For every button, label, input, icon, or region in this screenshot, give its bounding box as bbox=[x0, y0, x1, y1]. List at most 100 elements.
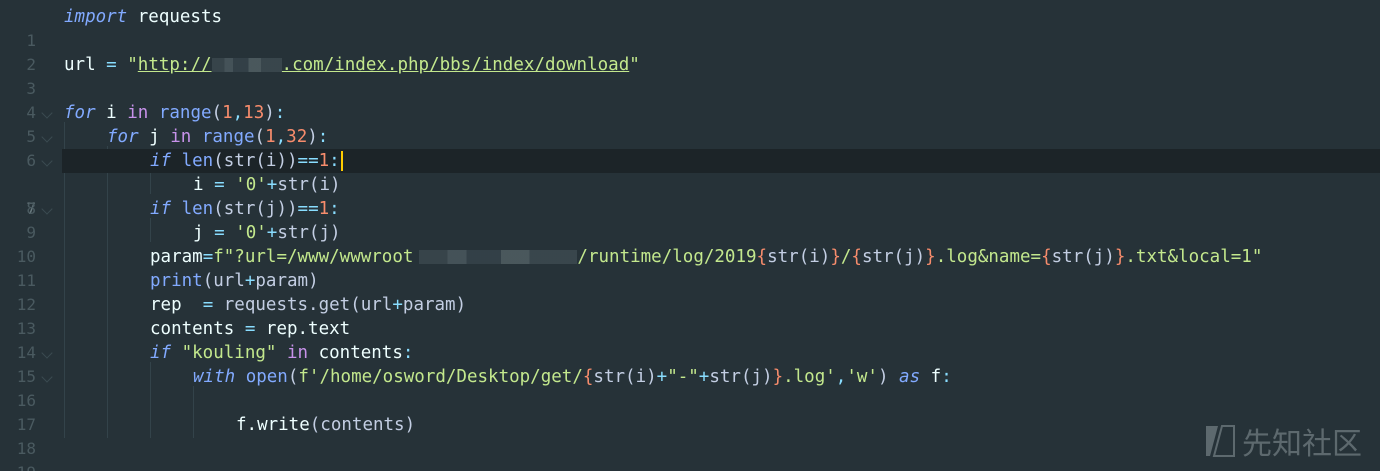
code-line: 6 for j in range(1,32): bbox=[0, 125, 1380, 170]
code-line: 10 j = '0'+str(j) bbox=[0, 221, 1380, 266]
url-link[interactable]: .com/index.php/bbs/index/download bbox=[282, 55, 630, 75]
string: / bbox=[840, 247, 852, 267]
keyword: in bbox=[170, 127, 192, 147]
operator: : bbox=[941, 367, 952, 387]
code-text: str(j) bbox=[1051, 247, 1115, 267]
redacted-domain bbox=[211, 58, 282, 72]
code-text: ) bbox=[264, 103, 275, 123]
code-text: rep bbox=[150, 295, 203, 315]
keyword: import bbox=[64, 7, 128, 27]
code-text: (url bbox=[202, 271, 245, 291]
code-line: 4 bbox=[0, 77, 1380, 122]
url-link[interactable]: http:// bbox=[138, 55, 212, 75]
fold-chevron-icon[interactable] bbox=[41, 155, 53, 167]
operator: : bbox=[317, 127, 329, 147]
operator: = bbox=[202, 295, 214, 315]
string: f'/home/osword/Desktop/get/ bbox=[298, 367, 583, 387]
code-text: { bbox=[756, 247, 768, 267]
code-text: rep.text bbox=[255, 319, 351, 339]
number: 1 bbox=[222, 103, 233, 123]
xianzhi-logo-icon bbox=[1206, 425, 1235, 457]
keyword: for bbox=[107, 127, 139, 147]
function: range bbox=[191, 127, 255, 147]
code-text: i bbox=[193, 175, 215, 195]
code-text: f.write bbox=[236, 415, 310, 435]
code-line: 12 print(url+param) bbox=[0, 269, 1380, 314]
code-line: 9 if len(str(j))==1: bbox=[0, 197, 1380, 242]
code-text: ) bbox=[877, 367, 889, 387]
function: range bbox=[148, 103, 212, 123]
string: .log&name= bbox=[935, 247, 1042, 267]
code-text: contents bbox=[308, 343, 403, 363]
watermark: 先知社区 bbox=[1204, 419, 1362, 463]
code-line: 1 import requests bbox=[0, 5, 1380, 50]
code-line: 3 url = "http://.com/index.php/bbs/index… bbox=[0, 53, 1380, 98]
code-text: ( bbox=[211, 103, 223, 123]
operator: , bbox=[232, 103, 244, 123]
operator: + bbox=[266, 175, 278, 195]
keyword: if bbox=[150, 199, 172, 219]
number: 32 bbox=[286, 127, 308, 147]
code-line: 13 rep = requests.get(url+param) bbox=[0, 293, 1380, 338]
code-text: requests bbox=[127, 7, 223, 27]
keyword: for bbox=[64, 103, 96, 123]
string: " bbox=[116, 55, 138, 75]
fold-chevron-icon[interactable] bbox=[41, 371, 53, 383]
operator: == bbox=[297, 199, 319, 219]
code-text: ( bbox=[287, 367, 299, 387]
function: print bbox=[150, 271, 203, 291]
code-editor[interactable]: 1 import requests 2 3 url = "http://.com… bbox=[0, 0, 1380, 471]
code-line: 5 for i in range(1,13): bbox=[0, 101, 1380, 146]
function: len bbox=[171, 199, 214, 219]
string: '0' bbox=[224, 175, 267, 195]
code-text: ( bbox=[254, 127, 266, 147]
string: .log' bbox=[783, 367, 836, 387]
number: 1 bbox=[318, 199, 330, 219]
code-text: } bbox=[772, 367, 784, 387]
number: 1 bbox=[318, 151, 330, 171]
code-text: str(i) bbox=[767, 247, 831, 267]
code-text: i bbox=[95, 103, 128, 123]
operator: = bbox=[214, 175, 225, 195]
fold-chevron-icon[interactable] bbox=[41, 107, 53, 119]
code-text: } bbox=[1114, 247, 1126, 267]
code-text: j bbox=[193, 223, 215, 243]
string: .txt&local=1" bbox=[1125, 247, 1263, 267]
redacted-path bbox=[419, 250, 578, 264]
keyword: in bbox=[127, 103, 149, 123]
code-line: 18 f.write(contents) bbox=[0, 413, 1380, 458]
code-text: param) bbox=[255, 271, 319, 291]
fold-chevron-icon[interactable] bbox=[41, 347, 53, 359]
number: 1 bbox=[265, 127, 276, 147]
operator: + bbox=[266, 223, 278, 243]
function: len bbox=[171, 151, 214, 171]
code-text: url bbox=[64, 55, 107, 75]
code-text: str(i) bbox=[277, 175, 341, 195]
code-text: f bbox=[920, 367, 942, 387]
code-line: 17 bbox=[0, 389, 1380, 434]
code-text: { bbox=[851, 247, 862, 267]
text-cursor bbox=[340, 151, 343, 171]
number: 13 bbox=[243, 103, 265, 123]
code-text: param bbox=[150, 247, 203, 267]
fold-chevron-icon[interactable] bbox=[41, 203, 53, 215]
code-text: requests.get(url bbox=[213, 295, 393, 315]
fold-chevron-icon[interactable] bbox=[41, 131, 53, 143]
string: "-" bbox=[667, 367, 699, 387]
operator: : bbox=[329, 199, 340, 219]
keyword: if bbox=[150, 343, 172, 363]
code-text: { bbox=[1041, 247, 1052, 267]
code-text: (str(j)) bbox=[213, 199, 298, 219]
keyword: if bbox=[150, 151, 172, 171]
watermark-text: 先知社区 bbox=[1242, 427, 1362, 462]
string: '0' bbox=[224, 223, 267, 243]
operator: : bbox=[329, 151, 340, 171]
string: " bbox=[629, 55, 640, 75]
code-line: 16 with open(f'/home/osword/Desktop/get/… bbox=[0, 365, 1380, 410]
operator: == bbox=[297, 151, 319, 171]
keyword: in bbox=[276, 343, 309, 363]
operator: + bbox=[244, 271, 256, 291]
operator: = bbox=[244, 319, 256, 339]
code-line: 15 if "kouling" in contents: bbox=[0, 341, 1380, 386]
keyword: with bbox=[193, 367, 236, 387]
